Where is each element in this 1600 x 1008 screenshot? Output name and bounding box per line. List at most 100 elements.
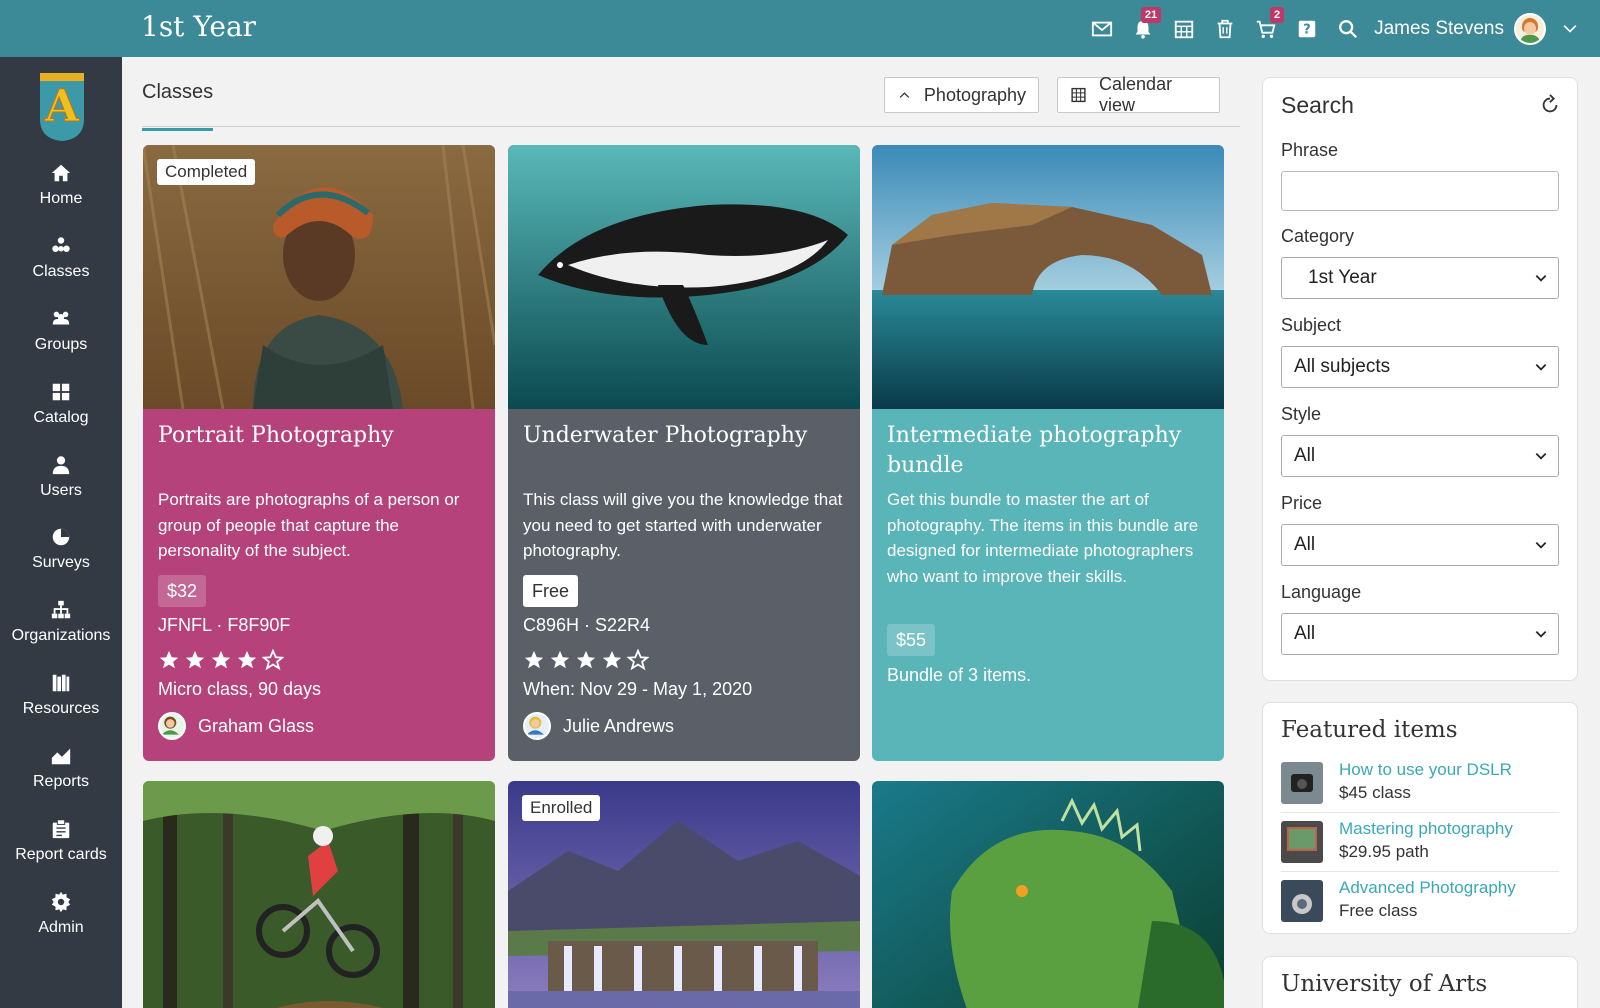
star-rating	[523, 649, 653, 671]
top-bar-actions: 21 2 ? James Stevens	[1081, 0, 1580, 57]
section-header: Classes Photography Calendar view	[142, 74, 1240, 131]
card-title[interactable]: Intermediate photography bundle	[887, 421, 1212, 481]
trash-button[interactable]	[1204, 0, 1245, 57]
search-icon	[1338, 19, 1357, 38]
notifications-button[interactable]: 21	[1122, 0, 1163, 57]
language-select[interactable]: All	[1281, 613, 1559, 655]
sidebar-item-users[interactable]: Users	[0, 454, 122, 520]
featured-item[interactable]: Advanced Photography Free class	[1281, 873, 1559, 931]
chevron-down-icon	[1535, 364, 1547, 371]
featured-item-link[interactable]: Advanced Photography	[1339, 878, 1516, 898]
class-card-portrait[interactable]: Completed Portrait Photography Portraits…	[143, 145, 495, 761]
price-select[interactable]: All	[1281, 524, 1559, 566]
card-title[interactable]: Underwater Photography	[523, 421, 848, 451]
sidebar-item-label: Resources	[22, 700, 100, 717]
class-card-bundle[interactable]: Intermediate photography bundle Get this…	[872, 145, 1224, 761]
featured-item-sub: $29.95 path	[1339, 842, 1429, 861]
page-title: 1st Year	[141, 10, 257, 43]
search-button[interactable]	[1327, 0, 1368, 57]
sidebar-item-label: Classes	[32, 263, 90, 280]
class-card-biking[interactable]	[143, 781, 495, 1008]
calendar-button[interactable]	[1163, 0, 1204, 57]
star-icon	[237, 650, 257, 669]
sea-arch-photo	[872, 145, 1224, 409]
bundle-meta: Bundle of 3 items.	[887, 665, 1032, 685]
class-card-underwater[interactable]: Underwater Photography This class will g…	[508, 145, 860, 761]
sidebar-item-organizations[interactable]: Organizations	[0, 599, 122, 665]
card-body: Intermediate photography bundle Get this…	[872, 409, 1224, 761]
style-label: Style	[1281, 404, 1322, 424]
sidebar-item-admin[interactable]: Admin	[0, 891, 122, 957]
sidebar-item-label: Surveys	[32, 554, 90, 571]
user-icon	[52, 456, 70, 475]
sidebar-item-catalog[interactable]: Catalog	[0, 381, 122, 447]
main-content: Classes Photography Calendar view Comple…	[122, 57, 1240, 1008]
star-icon	[524, 650, 544, 669]
featured-item-sub: $45 class	[1339, 783, 1411, 802]
star-icon	[211, 650, 231, 669]
gear-icon	[51, 891, 71, 913]
card-title[interactable]: Portrait Photography	[158, 421, 483, 451]
user-name[interactable]: James Stevens	[1374, 18, 1504, 40]
search-input[interactable]	[1281, 171, 1559, 211]
avatar[interactable]	[1514, 12, 1546, 45]
class-code: C896H · S22R4	[523, 615, 651, 635]
mail-icon	[1091, 21, 1112, 36]
language-label: Language	[1281, 582, 1362, 602]
class-card-landscape[interactable]: Enrolled	[508, 781, 860, 1008]
help-button[interactable]: ?	[1286, 0, 1327, 57]
featured-item-link[interactable]: Mastering photography	[1339, 819, 1513, 839]
svg-text:A: A	[44, 81, 80, 132]
cart-button[interactable]: 2	[1245, 0, 1286, 57]
sidebar-item-resources[interactable]: Resources	[0, 672, 122, 738]
chevron-down-icon	[1535, 631, 1547, 638]
star-icon	[550, 650, 570, 669]
avatar	[523, 712, 551, 740]
catalog-icon	[52, 383, 70, 401]
search-title: Search	[1281, 92, 1354, 118]
sidebar-item-home[interactable]: Home	[0, 162, 122, 228]
camera-thumbnail	[1281, 762, 1323, 804]
subject-select[interactable]: All subjects	[1281, 346, 1559, 388]
sidebar-item-classes[interactable]: Classes	[0, 235, 122, 301]
sidebar-item-label: Admin	[38, 919, 84, 936]
lens-thumbnail	[1281, 880, 1323, 922]
chevron-down-icon	[1535, 453, 1547, 460]
featured-item[interactable]: Mastering photography $29.95 path	[1281, 814, 1559, 872]
category-label: Category	[1281, 226, 1355, 246]
featured-item-link[interactable]: How to use your DSLR	[1339, 760, 1512, 780]
surveys-icon	[52, 528, 70, 546]
class-meta: When: Nov 29 - May 1, 2020	[523, 679, 753, 699]
sidebar-item-label: Catalog	[33, 409, 89, 426]
chevron-down-icon	[1535, 275, 1547, 282]
tab-classes[interactable]: Classes	[142, 81, 214, 131]
featured-panel: Featured items How to use your DSLR $45 …	[1262, 702, 1578, 934]
instructor[interactable]: Graham Glass	[158, 712, 314, 740]
refresh-icon[interactable]	[1539, 94, 1561, 116]
svg-text:?: ?	[1303, 22, 1310, 37]
chevron-up-icon	[899, 92, 910, 98]
sidebar-item-label: Reports	[32, 773, 90, 790]
calendar-view-button[interactable]: Calendar view	[1057, 74, 1220, 115]
star-outline-icon	[627, 649, 649, 671]
sidebar-item-groups[interactable]: Groups	[0, 308, 122, 374]
logo[interactable]: A	[38, 71, 86, 143]
class-card-iguana[interactable]	[872, 781, 1224, 1008]
phrase-label: Phrase	[1281, 140, 1339, 160]
style-select[interactable]: All	[1281, 435, 1559, 477]
help-icon: ?	[1298, 20, 1315, 37]
chevron-down-icon[interactable]	[1560, 19, 1580, 39]
sidebar-item-surveys[interactable]: Surveys	[0, 526, 122, 592]
instructor[interactable]: Julie Andrews	[523, 712, 674, 740]
trash-icon	[1217, 19, 1232, 38]
sidebar-item-report-cards[interactable]: Report cards	[0, 818, 122, 884]
photography-filter-button[interactable]: Photography	[884, 77, 1039, 113]
category-select[interactable]: 1st Year	[1281, 257, 1559, 299]
top-bar: 1st Year 21 2 ? James Stevens	[0, 0, 1600, 57]
home-icon	[51, 164, 71, 182]
featured-item[interactable]: How to use your DSLR $45 class	[1281, 755, 1559, 813]
mail-button[interactable]	[1081, 0, 1122, 57]
sidebar-item-label: Home	[39, 190, 83, 207]
iguana-photo	[872, 781, 1224, 1008]
sidebar-item-reports[interactable]: Reports	[0, 745, 122, 811]
